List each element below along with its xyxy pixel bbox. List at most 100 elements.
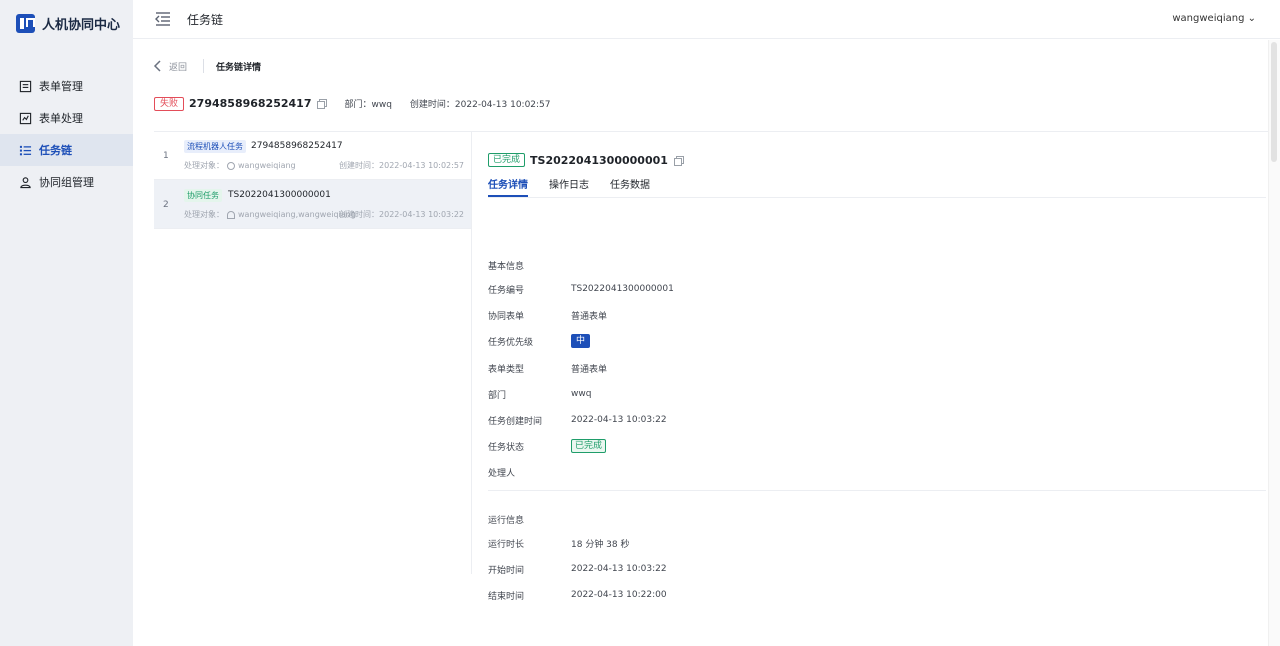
field-task-status: 任务状态 已完成 xyxy=(488,439,607,453)
field-end-time: 结束时间 2022-04-13 10:22:00 xyxy=(488,588,667,602)
main-content: 返回 任务链详情 失败 2794858968252417 部门：wwq 创建时间… xyxy=(133,40,1268,646)
task-created-time: 创建时间：2022-04-13 10:03:22 xyxy=(339,210,464,219)
topbar: 任务链 wangweiqiang ⌄ xyxy=(133,0,1280,39)
field-label: 结束时间 xyxy=(488,591,525,602)
handler-label: 处理对象： xyxy=(184,210,224,219)
group-icon xyxy=(18,175,32,189)
form-process-icon xyxy=(18,111,32,125)
logo-icon xyxy=(16,13,35,33)
field-start-time: 开始时间 2022-04-13 10:03:22 xyxy=(488,562,667,576)
tab-divider xyxy=(488,197,1266,198)
field-created-time: 任务创建时间 2022-04-13 10:03:22 xyxy=(488,413,667,427)
task-type-badge: 流程机器人任务 xyxy=(184,140,246,153)
field-run-duration: 运行时长 18 分钟 38 秒 xyxy=(488,536,630,550)
field-label: 处理人 xyxy=(488,468,516,479)
chain-header: 失败 2794858968252417 部门：wwq 创建时间：2022-04-… xyxy=(154,96,551,111)
sidebar-item-label: 协同组管理 xyxy=(39,176,94,189)
chain-created-time: 创建时间：2022-04-13 10:02:57 xyxy=(409,100,551,110)
tab-task-data[interactable]: 任务数据 xyxy=(610,176,650,197)
username: wangweiqiang xyxy=(1172,13,1245,24)
field-department: 部门 wwq xyxy=(488,387,591,401)
field-label: 运行时长 xyxy=(488,539,525,550)
task-handler: 处理对象： wangweiqiang xyxy=(184,160,296,171)
field-value: 18 分钟 38 秒 xyxy=(571,539,630,550)
back-button[interactable]: 返回 xyxy=(153,60,187,73)
task-index: 2 xyxy=(163,200,169,210)
chevron-left-icon xyxy=(153,60,161,72)
sidebar-item-label: 表单管理 xyxy=(39,80,83,93)
pane-divider xyxy=(471,131,472,574)
field-label: 部门 xyxy=(488,390,507,401)
field-label: 任务创建时间 xyxy=(488,416,543,427)
chain-id: 2794858968252417 xyxy=(189,97,312,110)
handler-value: wangweiqiang xyxy=(238,161,296,170)
page-scrollbar[interactable] xyxy=(1268,40,1280,646)
sidebar-item-label: 任务链 xyxy=(39,144,72,157)
run-info-title: 运行信息 xyxy=(488,516,525,526)
tab-operation-log[interactable]: 操作日志 xyxy=(549,176,589,197)
task-type-badge: 协同任务 xyxy=(184,189,222,202)
tab-task-detail[interactable]: 任务详情 xyxy=(488,176,528,197)
breadcrumb: 返回 任务链详情 xyxy=(153,59,261,73)
task-status-badge: 已完成 xyxy=(488,153,526,167)
sidebar-item-form-management[interactable]: 表单管理 xyxy=(0,70,133,102)
breadcrumb-divider xyxy=(203,59,205,73)
form-icon xyxy=(18,79,32,93)
task-created-time: 创建时间：2022-04-13 10:02:57 xyxy=(339,161,464,170)
chain-department: 部门：wwq xyxy=(344,100,392,110)
task-chain-icon xyxy=(18,143,32,157)
back-label: 返回 xyxy=(169,62,188,73)
chain-status-badge: 失败 xyxy=(154,96,185,111)
sidebar: 人机协同中心 表单管理 表单处理 任务链 协同组管理 xyxy=(0,0,133,646)
sidebar-item-task-chain[interactable]: 任务链 xyxy=(0,134,133,166)
scrollbar-thumb[interactable] xyxy=(1271,42,1277,162)
sidebar-item-group-management[interactable]: 协同组管理 xyxy=(0,166,133,198)
user-icon xyxy=(227,210,235,219)
field-label: 协同表单 xyxy=(488,311,525,322)
task-code: 2794858968252417 xyxy=(251,141,343,151)
task-index: 1 xyxy=(163,151,169,161)
field-value: 2022-04-13 10:03:22 xyxy=(571,415,667,425)
field-label: 任务编号 xyxy=(488,285,525,296)
field-priority: 任务优先级 中 xyxy=(488,334,591,348)
detail-tabs: 任务详情 操作日志 任务数据 xyxy=(488,176,671,197)
menu-collapse-icon[interactable] xyxy=(155,11,171,27)
field-label: 任务状态 xyxy=(488,442,525,453)
status-badge: 已完成 xyxy=(571,439,607,453)
field-value: 普通表单 xyxy=(571,311,608,322)
field-value: TS2022041300000001 xyxy=(571,284,674,294)
page-title: 任务链 xyxy=(187,13,224,27)
task-list-item[interactable]: 1 流程机器人任务 2794858968252417 处理对象： wangwei… xyxy=(154,131,472,180)
priority-badge: 中 xyxy=(571,334,591,348)
field-task-number: 任务编号 TS2022041300000001 xyxy=(488,282,674,296)
field-value: 2022-04-13 10:22:00 xyxy=(571,590,667,600)
field-label: 任务优先级 xyxy=(488,337,534,348)
sidebar-item-label: 表单处理 xyxy=(39,112,83,125)
task-list: 1 流程机器人任务 2794858968252417 处理对象： wangwei… xyxy=(154,131,472,229)
task-detail-id: TS2022041300000001 xyxy=(530,153,668,167)
chevron-down-icon: ⌄ xyxy=(1247,13,1256,24)
field-handler: 处理人 xyxy=(488,465,571,479)
task-handler: 处理对象： wangweiqiang,wangweiqiang xyxy=(184,209,356,220)
field-value: 2022-04-13 10:03:22 xyxy=(571,564,667,574)
breadcrumb-current: 任务链详情 xyxy=(216,62,262,73)
task-list-item[interactable]: 2 协同任务 TS2022041300000001 处理对象： wangweiq… xyxy=(154,180,472,229)
app-logo[interactable]: 人机协同中心 xyxy=(16,13,120,33)
sidebar-item-form-processing[interactable]: 表单处理 xyxy=(0,102,133,134)
field-value: 普通表单 xyxy=(571,364,608,375)
field-form-type: 表单类型 普通表单 xyxy=(488,361,607,375)
copy-icon[interactable] xyxy=(673,155,684,166)
app-title: 人机协同中心 xyxy=(42,17,121,33)
section-divider xyxy=(488,490,1266,491)
copy-icon[interactable] xyxy=(317,99,328,109)
handler-label: 处理对象： xyxy=(184,161,224,170)
field-value: wwq xyxy=(571,389,592,399)
robot-icon xyxy=(227,161,235,170)
task-code: TS2022041300000001 xyxy=(228,190,331,200)
basic-info-title: 基本信息 xyxy=(488,262,525,272)
field-label: 开始时间 xyxy=(488,565,525,576)
sidebar-menu: 表单管理 表单处理 任务链 协同组管理 xyxy=(0,70,133,198)
user-menu[interactable]: wangweiqiang ⌄ xyxy=(1172,13,1256,24)
field-collab-form: 协同表单 普通表单 xyxy=(488,308,607,322)
field-label: 表单类型 xyxy=(488,364,525,375)
